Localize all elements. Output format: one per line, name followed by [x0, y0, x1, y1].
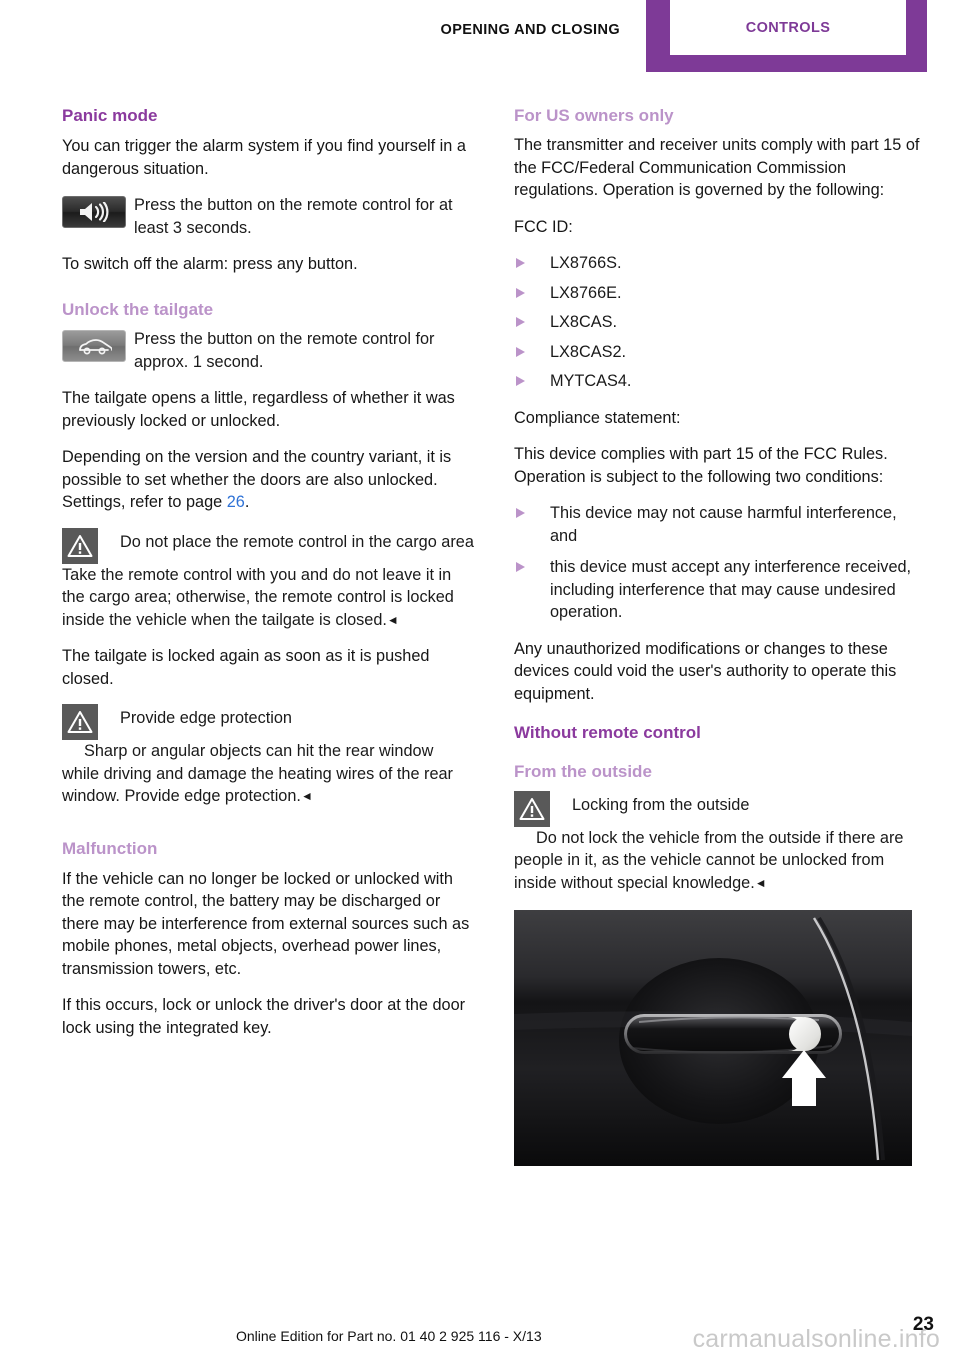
page-number: 23 [912, 1314, 934, 1335]
tailgate-para-3: The tailgate is locked again as soon as … [62, 647, 430, 688]
bullet-triangle-icon [516, 287, 525, 298]
end-mark: ◄ [754, 875, 767, 890]
warning-locking-from-outside-body: Do not lock the vehicle from the outside… [514, 828, 904, 892]
warning-locking-from-outside: Locking from the outside Do not lock the… [514, 790, 926, 894]
header-section-tab: CONTROLS [646, 0, 927, 72]
from-the-outside-heading: From the outside [514, 762, 652, 782]
malfunction-para-2: If this occurs, lock or unlock the drive… [62, 996, 466, 1037]
fcc-id-list: LX8766S. LX8766E. LX8CAS. LX8CAS2. MYTCA… [514, 252, 926, 392]
list-item: LX8CAS. [514, 311, 926, 333]
list-item: LX8766E. [514, 282, 926, 304]
panic-mode-heading: Panic mode [62, 106, 158, 125]
bullet-triangle-icon [516, 346, 525, 357]
bullet-triangle-icon [516, 376, 525, 387]
end-mark: ◄ [300, 788, 313, 803]
right-column: For US owners only The transmitter and r… [514, 106, 926, 1167]
warning-triangle-icon [514, 790, 550, 827]
compliance-conditions-list: This device may not cause harmful interf… [514, 502, 926, 623]
header-section-tab-inner: CONTROLS [670, 0, 906, 55]
warning-cargo-area-title: Do not place the remote control in the c… [120, 532, 474, 551]
bullet-triangle-icon [516, 508, 525, 519]
tailgate-button-text: Press the button on the remote control f… [134, 330, 435, 371]
us-owners-intro: The transmitter and receiver units compl… [514, 136, 920, 200]
unlock-tailgate-heading: Unlock the tailgate [62, 299, 214, 319]
page-footer: carmanualsonline.info Online Edition for… [0, 1302, 960, 1362]
warning-cargo-area: Do not place the remote control in the c… [62, 527, 474, 631]
list-item: MYTCAS4. [514, 370, 926, 392]
tailgate-button-row: Press the button on the remote control f… [62, 328, 474, 373]
header-chapter-title: OPENING AND CLOSING [440, 22, 620, 38]
panic-mode-switch-off: To switch off the alarm: press any butto… [62, 255, 358, 274]
tailgate-para-1: The tailgate opens a little, regardless … [62, 389, 455, 430]
tailgate-para-2: Depending on the version and the country… [62, 446, 474, 513]
tailgate-para-2-after: . [244, 493, 250, 512]
bullet-triangle-icon [516, 317, 525, 328]
header-section-tab-label: CONTROLS [745, 19, 831, 36]
malfunction-para-1: If the vehicle can no longer be locked o… [62, 869, 470, 978]
page-header: OPENING AND CLOSING CONTROLS [0, 0, 960, 78]
malfunction-heading: Malfunction [62, 839, 158, 859]
tailgate-para-2-before: Depending on the version and the country… [62, 448, 452, 512]
car-tailgate-icon [62, 330, 126, 363]
footer-edition-text: Online Edition for Part no. 01 40 2 925 … [236, 1328, 542, 1344]
bullet-triangle-icon [516, 258, 525, 269]
end-mark: ◄ [386, 612, 399, 627]
car-door-handle-lock-photo [514, 910, 912, 1167]
warning-locking-from-outside-title: Locking from the outside [572, 795, 750, 814]
list-item: LX8CAS2. [514, 341, 926, 363]
panic-mode-button-text: Press the button on the remote control f… [134, 196, 453, 237]
compliance-statement-intro: This device complies with part 15 of the… [514, 445, 888, 486]
panic-mode-intro: You can trigger the alarm system if you … [62, 137, 466, 178]
site-watermark: carmanualsonline.info [692, 1325, 940, 1353]
warning-triangle-icon [62, 704, 98, 741]
warning-edge-protection-title: Provide edge protection [120, 709, 292, 728]
warning-triangle-icon [62, 527, 98, 564]
page-reference-link[interactable]: 26 [227, 493, 245, 511]
warning-edge-protection: Provide edge protection Sharp or angular… [62, 704, 474, 807]
speaker-alarm-icon [62, 196, 126, 229]
left-column: Panic mode You can trigger the alarm sys… [62, 106, 474, 1053]
warning-cargo-area-body: Take the remote control with you and do … [62, 565, 454, 629]
list-item: this device must accept any interference… [514, 556, 926, 623]
us-owners-heading: For US owners only [514, 106, 674, 125]
compliance-statement-label: Compliance statement: [514, 408, 681, 427]
list-item: This device may not cause harmful interf… [514, 502, 926, 547]
fcc-id-label: FCC ID: [514, 217, 573, 236]
list-item: LX8766S. [514, 252, 926, 274]
bullet-triangle-icon [516, 562, 525, 573]
warning-edge-protection-body: Sharp or angular objects can hit the rea… [62, 742, 453, 805]
compliance-closing: Any unauthorized modifications or change… [514, 639, 897, 703]
panic-mode-button-row: Press the button on the remote control f… [62, 194, 474, 239]
without-remote-control-heading: Without remote control [514, 723, 701, 743]
